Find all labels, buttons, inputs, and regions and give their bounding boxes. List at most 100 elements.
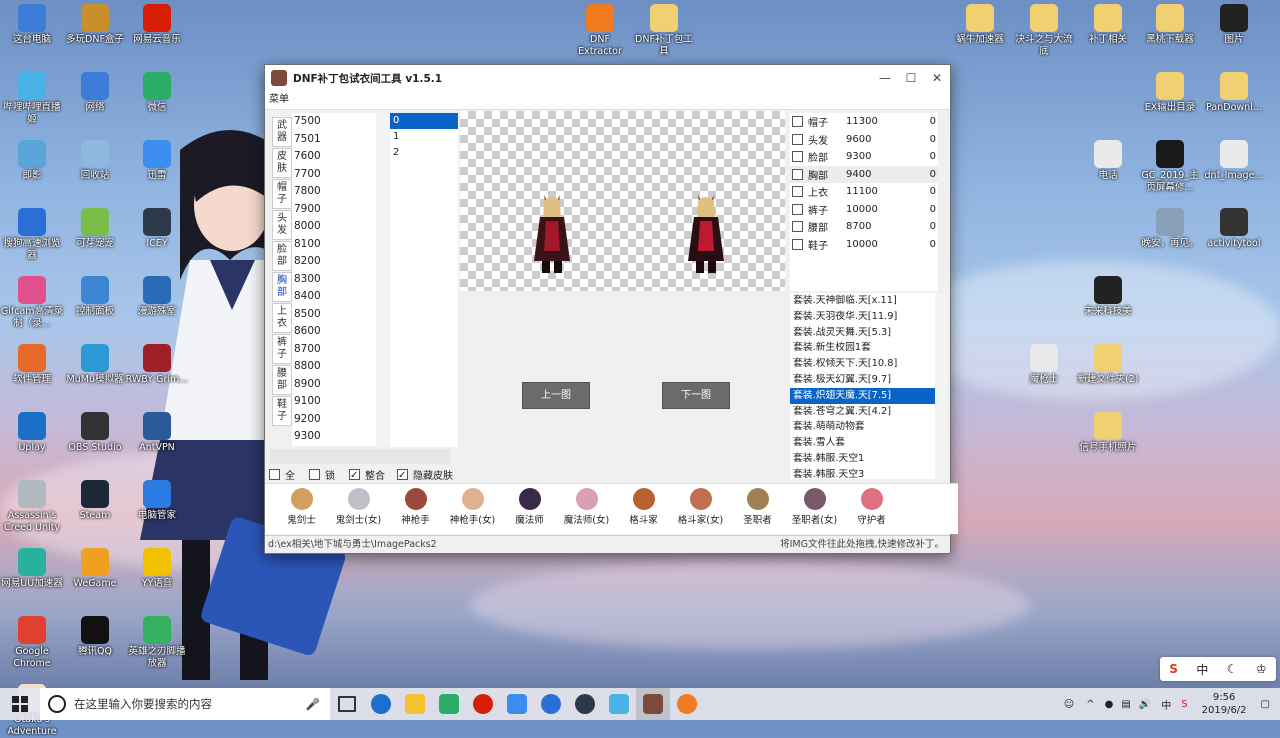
tab-8[interactable]: 腰部 bbox=[272, 365, 292, 395]
equipment-slot-row[interactable]: 脸部 9300 0 bbox=[790, 148, 938, 166]
set-item[interactable]: 套装.天羽夜华.天[11.9] bbox=[790, 309, 938, 325]
class-option[interactable]: 格斗家 bbox=[615, 484, 672, 526]
edge-icon[interactable] bbox=[364, 688, 398, 720]
set-item[interactable]: 套装.韩服.天空3 bbox=[790, 467, 938, 479]
desktop-icon-right-2[interactable]: 蜗牛加速器 bbox=[948, 4, 1012, 46]
desktop-icon-left-21[interactable]: Assassin's Creed Unity bbox=[0, 480, 64, 534]
desktop-icon-left-10[interactable]: 可芽宠宠 bbox=[63, 208, 127, 250]
list-item[interactable]: 7501 bbox=[292, 131, 376, 149]
list-item[interactable]: 8800 bbox=[292, 358, 376, 376]
class-option[interactable]: 魔法师(女) bbox=[558, 484, 615, 526]
desktop-icon-left-16[interactable]: MuMu模拟器 bbox=[63, 344, 127, 386]
hide-skin-checkbox[interactable]: ✓ bbox=[397, 468, 408, 481]
minimize-icon[interactable]: — bbox=[872, 71, 898, 85]
desktop-icon-right-12[interactable]: 晚安，再见。 bbox=[1138, 208, 1202, 250]
prev-image-button[interactable]: 上一图 bbox=[522, 382, 590, 409]
list-item[interactable]: 9400 bbox=[292, 445, 376, 447]
desktop-icon-left-17[interactable]: RWBY Grim... bbox=[125, 344, 189, 386]
desktop-icon-left-13[interactable]: 控制面板 bbox=[63, 276, 127, 318]
class-option[interactable]: 神枪手 bbox=[387, 484, 444, 526]
maximize-icon[interactable]: ☐ bbox=[898, 71, 924, 85]
tab-4[interactable]: 脸部 bbox=[272, 241, 292, 271]
list-item[interactable]: 7600 bbox=[292, 148, 376, 166]
wechat-icon[interactable] bbox=[432, 688, 466, 720]
desktop-icon-right-13[interactable]: activitytool bbox=[1202, 208, 1266, 250]
desktop-icon-left-11[interactable]: ICEY bbox=[125, 208, 189, 250]
class-option[interactable]: 格斗家(女) bbox=[672, 484, 729, 526]
desktop-icon-left-26[interactable]: YY语音 bbox=[125, 548, 189, 590]
desktop-icon-left-12[interactable]: Gifcam高清录制（录... bbox=[0, 276, 64, 330]
list-item[interactable]: 8100 bbox=[292, 236, 376, 254]
avatar-app-icon[interactable] bbox=[568, 688, 602, 720]
desktop-icon-left-5[interactable]: 微信 bbox=[125, 72, 189, 114]
slot-checkbox[interactable] bbox=[792, 186, 803, 198]
list-item[interactable]: 8300 bbox=[292, 271, 376, 289]
desktop-icon-right-5[interactable]: 黑桃下载器 bbox=[1138, 4, 1202, 46]
class-option[interactable]: 神枪手(女) bbox=[444, 484, 501, 526]
desktop-icon-left-27[interactable]: Google Chrome bbox=[0, 616, 64, 670]
desktop-icon-left-1[interactable]: 多玩DNF盒子 bbox=[63, 4, 127, 46]
class-option[interactable]: 守护者 bbox=[843, 484, 900, 526]
desktop-icon-right-6[interactable]: 图片 bbox=[1202, 4, 1266, 46]
desktop-icon-right-3[interactable]: 决斗之与大流底 bbox=[1012, 4, 1076, 58]
desktop-icon-left-18[interactable]: Uplay bbox=[0, 412, 64, 454]
tab-6[interactable]: 上衣 bbox=[272, 303, 292, 333]
taskbar-search[interactable]: 在这里输入你要搜索的内容 🎤 bbox=[40, 688, 330, 720]
class-option[interactable]: 魔法师 bbox=[501, 484, 558, 526]
desktop-icon-right-16[interactable]: 新建文件夹(2) bbox=[1076, 344, 1140, 386]
frame-list[interactable]: 012 bbox=[390, 113, 458, 447]
slot-checkbox[interactable] bbox=[792, 151, 803, 163]
item-id-list[interactable]: 7500 7501 7600 7700 7800 7900 8000 8100 8200 8300… bbox=[292, 113, 376, 447]
frame-item[interactable]: 0 bbox=[390, 113, 458, 129]
desktop-icon-left-7[interactable]: 回收站 bbox=[63, 140, 127, 182]
class-option[interactable]: 圣职者 bbox=[729, 484, 786, 526]
list-item[interactable]: 7500 bbox=[292, 113, 376, 131]
desktop-icon-left-0[interactable]: 这台电脑 bbox=[0, 4, 64, 46]
class-option[interactable]: 鬼剑士(女) bbox=[330, 484, 387, 526]
dnf-tool-taskbar-icon[interactable] bbox=[636, 688, 670, 720]
costume-set-list[interactable]: 套装.天神御临.天[x.11] 套装.天羽夜华.天[11.9] 套装.战灵天舞.天[… bbox=[790, 293, 938, 479]
desktop-icon-right-15[interactable]: 魔枪士 bbox=[1012, 344, 1076, 386]
sogou-browser-icon[interactable] bbox=[534, 688, 568, 720]
list-item[interactable]: 8900 bbox=[292, 376, 376, 394]
tab-2[interactable]: 帽子 bbox=[272, 179, 292, 209]
close-icon[interactable]: ✕ bbox=[924, 71, 950, 85]
dnf-extractor-icon[interactable] bbox=[670, 688, 704, 720]
tab-1[interactable]: 皮肤 bbox=[272, 148, 292, 178]
microphone-icon[interactable]: 🎤 bbox=[306, 697, 320, 711]
desktop-icon-left-28[interactable]: 腾讯QQ bbox=[63, 616, 127, 658]
desktop-icon-left-20[interactable]: AntVPN bbox=[125, 412, 189, 454]
tab-0[interactable]: 武器 bbox=[272, 117, 292, 147]
set-item[interactable]: 套装.炽翅天魔.天[7.5] bbox=[790, 387, 938, 404]
tray-app-icon[interactable]: ● bbox=[1105, 699, 1114, 710]
people-icon[interactable]: ☺ bbox=[1064, 699, 1074, 710]
list-item[interactable]: 8600 bbox=[292, 323, 376, 341]
xunlei-icon[interactable] bbox=[500, 688, 534, 720]
menu-item-main[interactable]: 菜单 bbox=[269, 94, 289, 105]
equipment-slot-row[interactable]: 鞋子 10000 0 bbox=[790, 236, 938, 254]
class-option[interactable]: 鬼剑士 bbox=[273, 484, 330, 526]
tab-5[interactable]: 胸部 bbox=[272, 272, 292, 302]
moon-icon[interactable]: ☾ bbox=[1227, 662, 1238, 676]
desktop-icon-right-10[interactable]: GC_2019_主页屏幕修... bbox=[1138, 140, 1202, 194]
frame-item[interactable]: 1 bbox=[390, 129, 458, 145]
desktop-icon-left-23[interactable]: 电脑管家 bbox=[125, 480, 189, 522]
equipment-slot-row[interactable]: 上衣 11100 0 bbox=[790, 183, 938, 201]
list-item[interactable]: 8500 bbox=[292, 306, 376, 324]
list-item[interactable]: 9200 bbox=[292, 411, 376, 429]
equipment-slot-row[interactable]: 胸部 9400 0 bbox=[790, 165, 938, 183]
desktop-icon-right-7[interactable]: EX输出目录 bbox=[1138, 72, 1202, 114]
ime-mode-button[interactable]: 中 bbox=[1196, 661, 1208, 678]
list-item[interactable]: 8400 bbox=[292, 288, 376, 306]
slot-checkbox[interactable] bbox=[792, 116, 803, 128]
lock-checkbox[interactable] bbox=[309, 468, 320, 480]
ime-indicator[interactable]: 中 bbox=[1161, 697, 1171, 712]
equipment-slot-row[interactable]: 腰部 8700 0 bbox=[790, 218, 938, 236]
desktop-icon-right-4[interactable]: 补丁相关 bbox=[1076, 4, 1140, 46]
list-item[interactable]: 9300 bbox=[292, 428, 376, 446]
desktop-icon-left-6[interactable]: 即影 bbox=[0, 140, 64, 182]
list-item[interactable]: 7800 bbox=[292, 183, 376, 201]
shirt-icon[interactable]: ♔ bbox=[1256, 662, 1267, 676]
set-item[interactable]: 套装.权倾天下.天[10.8] bbox=[790, 356, 938, 372]
desktop-icon-right-11[interactable]: dnf_Image... bbox=[1202, 140, 1266, 182]
